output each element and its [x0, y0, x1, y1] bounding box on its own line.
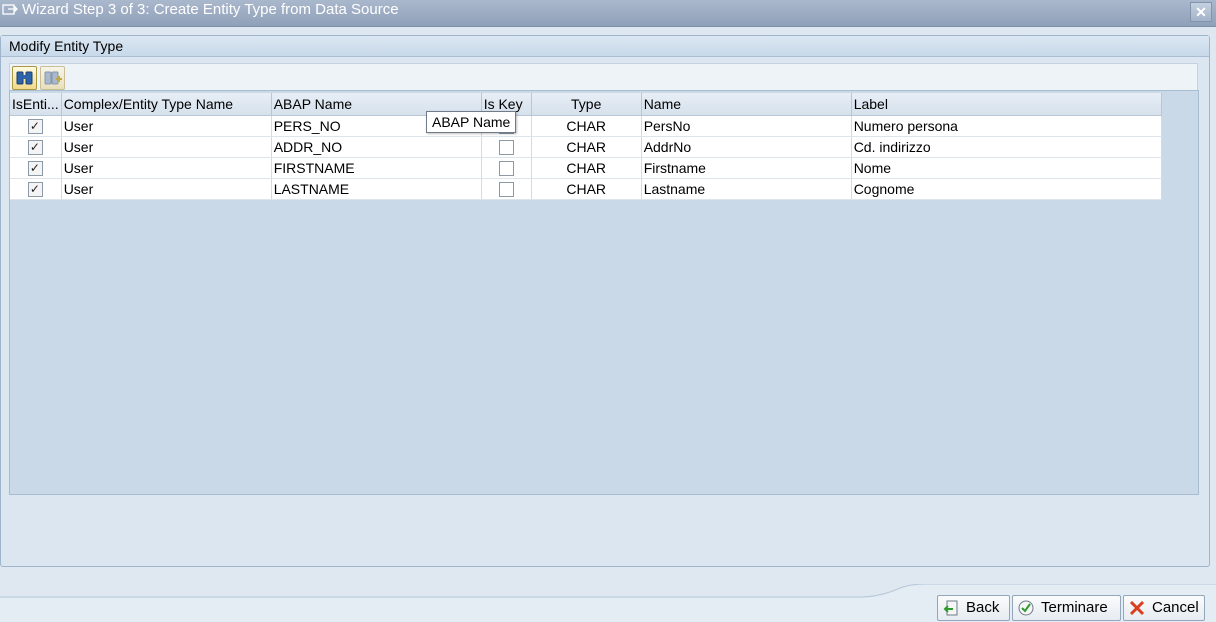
back-label: Back	[966, 599, 1000, 616]
finish-label: Terminare	[1041, 599, 1108, 616]
name-cell[interactable]: AddrNo	[641, 136, 852, 158]
col-header-name[interactable]: Name	[641, 93, 852, 116]
is-key-cell	[481, 178, 532, 200]
is-entity-cell	[10, 115, 62, 137]
type-name-cell[interactable]: User	[61, 178, 272, 200]
is-entity-cell	[10, 136, 62, 158]
name-cell[interactable]: PersNo	[641, 115, 852, 137]
entity-table: IsEnti... Complex/Entity Type Name ABAP …	[10, 93, 1162, 200]
table-header-row: IsEnti... Complex/Entity Type Name ABAP …	[10, 93, 1162, 116]
table-toolbar	[9, 63, 1198, 91]
cancel-icon	[1129, 600, 1145, 616]
abap-name-cell[interactable]: LASTNAME	[271, 178, 482, 200]
is-entity-checkbox[interactable]	[27, 182, 43, 198]
is-key-checkbox[interactable]	[498, 140, 514, 156]
abap-name-cell[interactable]: FIRSTNAME	[271, 157, 482, 179]
type-cell[interactable]: CHAR	[531, 136, 642, 158]
close-icon: ✕	[1195, 4, 1207, 20]
table-row[interactable]: User PERS_NO CHAR PersNo Numero persona	[10, 115, 1162, 137]
abap-name-cell[interactable]: ADDR_NO	[271, 136, 482, 158]
type-name-cell[interactable]: User	[61, 157, 272, 179]
is-key-cell	[481, 157, 532, 179]
cancel-button[interactable]: Cancel	[1123, 595, 1205, 621]
entity-grid: IsEnti... Complex/Entity Type Name ABAP …	[9, 90, 1199, 495]
col-header-type-name[interactable]: Complex/Entity Type Name	[61, 93, 272, 116]
is-entity-checkbox[interactable]	[27, 161, 43, 177]
table-row[interactable]: User ADDR_NO CHAR AddrNo Cd. indirizzo	[10, 136, 1162, 158]
add-row-button[interactable]	[40, 66, 65, 90]
table-row[interactable]: User FIRSTNAME CHAR Firstname Nome	[10, 157, 1162, 179]
abap-name-tooltip: ABAP Name	[426, 111, 517, 133]
type-name-cell[interactable]: User	[61, 136, 272, 158]
type-cell[interactable]: CHAR	[531, 115, 642, 137]
is-entity-cell	[10, 157, 62, 179]
col-header-label[interactable]: Label	[851, 93, 1162, 116]
name-cell[interactable]: Lastname	[641, 178, 852, 200]
col-header-type[interactable]: Type	[531, 93, 642, 116]
type-name-cell[interactable]: User	[61, 115, 272, 137]
is-key-checkbox[interactable]	[498, 182, 514, 198]
col-header-is-entity[interactable]: IsEnti...	[10, 93, 62, 116]
finish-button[interactable]: Terminare	[1012, 595, 1121, 621]
is-entity-cell	[10, 178, 62, 200]
add-row-icon	[44, 71, 62, 85]
window-title: Wizard Step 3 of 3: Create Entity Type f…	[22, 1, 399, 18]
label-cell[interactable]: Numero persona	[851, 115, 1162, 137]
is-entity-checkbox[interactable]	[27, 140, 43, 156]
name-cell[interactable]: Firstname	[641, 157, 852, 179]
back-icon	[943, 600, 958, 616]
type-cell[interactable]: CHAR	[531, 157, 642, 179]
label-cell[interactable]: Nome	[851, 157, 1162, 179]
type-cell[interactable]: CHAR	[531, 178, 642, 200]
group-title: Modify Entity Type	[9, 38, 124, 54]
cancel-label: Cancel	[1152, 599, 1199, 616]
wizard-icon	[2, 4, 18, 15]
label-cell[interactable]: Cd. indirizzo	[851, 136, 1162, 158]
finish-icon	[1018, 600, 1034, 616]
group-header: Modify Entity Type	[1, 36, 1209, 57]
window-title-bar: Wizard Step 3 of 3: Create Entity Type f…	[0, 0, 1216, 27]
close-button[interactable]: ✕	[1190, 2, 1212, 22]
binoculars-icon	[16, 71, 33, 85]
back-button[interactable]: Back	[937, 595, 1010, 621]
is-key-cell	[481, 136, 532, 158]
table-row[interactable]: User LASTNAME CHAR Lastname Cognome	[10, 178, 1162, 200]
is-entity-checkbox[interactable]	[27, 119, 43, 135]
is-key-checkbox[interactable]	[498, 161, 514, 177]
label-cell[interactable]: Cognome	[851, 178, 1162, 200]
find-button[interactable]	[12, 66, 37, 90]
